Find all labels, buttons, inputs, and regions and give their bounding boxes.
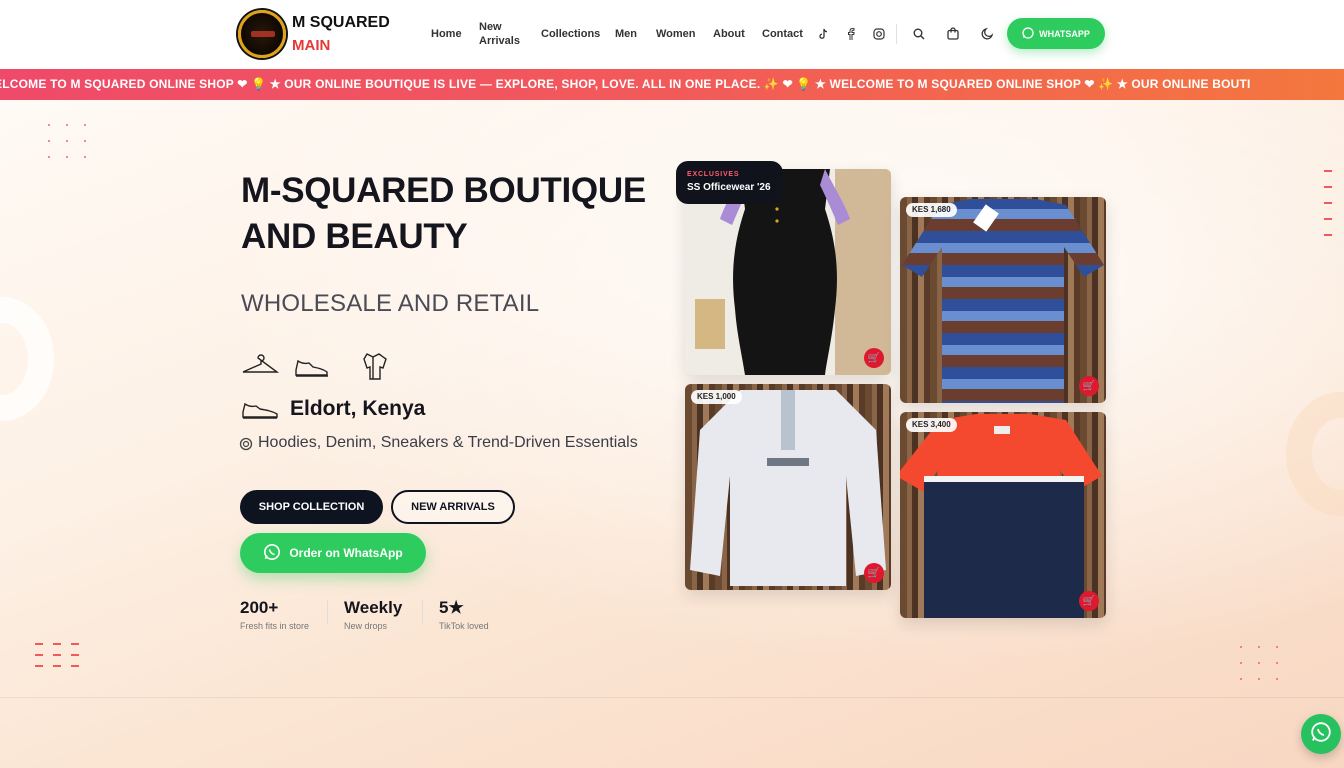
new-arrivals-button[interactable]: NEW ARRIVALS <box>391 490 515 524</box>
stat-label: Fresh fits in store <box>240 621 310 631</box>
stat-label: TikTok loved <box>439 621 489 631</box>
stat-value: Weekly <box>344 598 403 617</box>
decor-dashes-bottom-left <box>35 643 79 667</box>
add-to-cart-icon[interactable]: 🛒 <box>1079 591 1099 611</box>
stat-fresh-fits: 200+ Fresh fits in store <box>240 598 309 631</box>
hero-title: M-SQUARED BOUTIQUE AND BEAUTY <box>241 168 646 260</box>
search-icon[interactable] <box>913 28 925 42</box>
hanger-icon <box>242 354 280 373</box>
hero-subtitle: WHOLESALE AND RETAIL <box>241 290 540 317</box>
jacket-icon <box>363 353 387 380</box>
ticker-text: ELCOME TO M SQUARED ONLINE SHOP ❤ 💡 ★ OU… <box>0 77 1251 91</box>
add-to-cart-icon[interactable]: 🛒 <box>1079 376 1099 396</box>
shop-collection-button[interactable]: SHOP COLLECTION <box>240 490 383 524</box>
exclusives-badge: EXCLUSIVES SS Officewear '26 <box>676 161 783 204</box>
add-to-cart-icon[interactable]: 🛒 <box>864 348 884 368</box>
sneaker-location-icon <box>241 400 281 425</box>
stat-divider <box>327 600 328 624</box>
floating-whatsapp-button[interactable] <box>1301 714 1341 754</box>
sneaker-icon <box>295 359 328 377</box>
product-card-colorblock-tee[interactable]: KES 3,400 🛒 <box>900 412 1106 618</box>
category-icons <box>241 350 401 387</box>
whatsapp-icon <box>1310 721 1332 748</box>
hero-title-line1: M-SQUARED BOUTIQUE <box>241 171 646 210</box>
badge-icon <box>239 436 253 457</box>
nav-contact[interactable]: Contact <box>762 28 803 40</box>
fleece-pullover-image <box>690 390 886 586</box>
order-whatsapp-label: Order on WhatsApp <box>289 546 403 560</box>
facebook-icon[interactable] <box>847 27 855 42</box>
exclusives-kicker: EXCLUSIVES <box>687 171 740 178</box>
nav-home[interactable]: Home <box>431 28 462 40</box>
exclusives-title: SS Officewear '26 <box>687 182 771 193</box>
price-tag: KES 3,400 <box>906 418 957 432</box>
header-whatsapp-button[interactable]: WHATSAPP <box>1007 18 1105 49</box>
hero-location: Eldort, Kenya <box>290 397 426 420</box>
colorblock-tee-image <box>900 414 1102 618</box>
section-divider <box>0 697 1344 698</box>
nav-new-arrivals-line2[interactable]: Arrivals <box>479 35 520 47</box>
brand-logo[interactable] <box>238 10 286 58</box>
stat-label: New drops <box>344 621 388 631</box>
stat-divider <box>422 600 423 624</box>
hero-glow <box>0 100 1344 768</box>
decor-dots-top-left <box>48 124 86 158</box>
header-divider <box>896 24 897 44</box>
brand-subname[interactable]: MAIN <box>292 37 330 54</box>
hero-tagline: Hoodies, Denim, Sneakers & Trend-Driven … <box>258 434 638 451</box>
nav-men[interactable]: Men <box>615 28 637 40</box>
product-card-striped-polo[interactable]: KES 1,680 🛒 <box>900 197 1106 403</box>
decor-dots-bottom-right <box>1240 646 1278 680</box>
add-to-cart-icon[interactable]: 🛒 <box>864 563 884 583</box>
nav-collections[interactable]: Collections <box>541 28 600 40</box>
price-tag: KES 1,680 <box>906 203 957 217</box>
whatsapp-icon <box>263 543 281 564</box>
stat-tiktok: 5★ TikTok loved <box>439 598 489 631</box>
whatsapp-icon <box>1022 26 1034 41</box>
nav-about[interactable]: About <box>713 28 745 40</box>
instagram-icon[interactable] <box>873 28 885 42</box>
moon-icon[interactable] <box>981 27 994 42</box>
price-tag: KES 1,000 <box>691 390 742 404</box>
hero-title-line2: AND BEAUTY <box>241 217 468 256</box>
stat-value: 200+ <box>240 598 279 617</box>
stat-value: 5★ <box>439 598 464 617</box>
striped-polo-image <box>902 199 1104 403</box>
stat-new-drops: Weekly New drops <box>344 598 402 631</box>
bag-icon[interactable] <box>947 27 959 42</box>
header-whatsapp-label: WHATSAPP <box>1039 28 1090 39</box>
site-header: M SQUARED MAIN Home New Arrivals Collect… <box>0 0 1344 68</box>
decor-dashes-right <box>1324 170 1332 236</box>
product-card-fleece[interactable]: KES 1,000 🛒 <box>685 384 891 590</box>
tiktok-icon[interactable] <box>818 28 829 42</box>
nav-new-arrivals-line1[interactable]: New <box>479 21 502 33</box>
nav-women[interactable]: Women <box>656 28 696 40</box>
order-whatsapp-button[interactable]: Order on WhatsApp <box>240 533 426 573</box>
announcement-ticker: ELCOME TO M SQUARED ONLINE SHOP ❤ 💡 ★ OU… <box>0 69 1344 100</box>
brand-name[interactable]: M SQUARED <box>292 14 390 32</box>
